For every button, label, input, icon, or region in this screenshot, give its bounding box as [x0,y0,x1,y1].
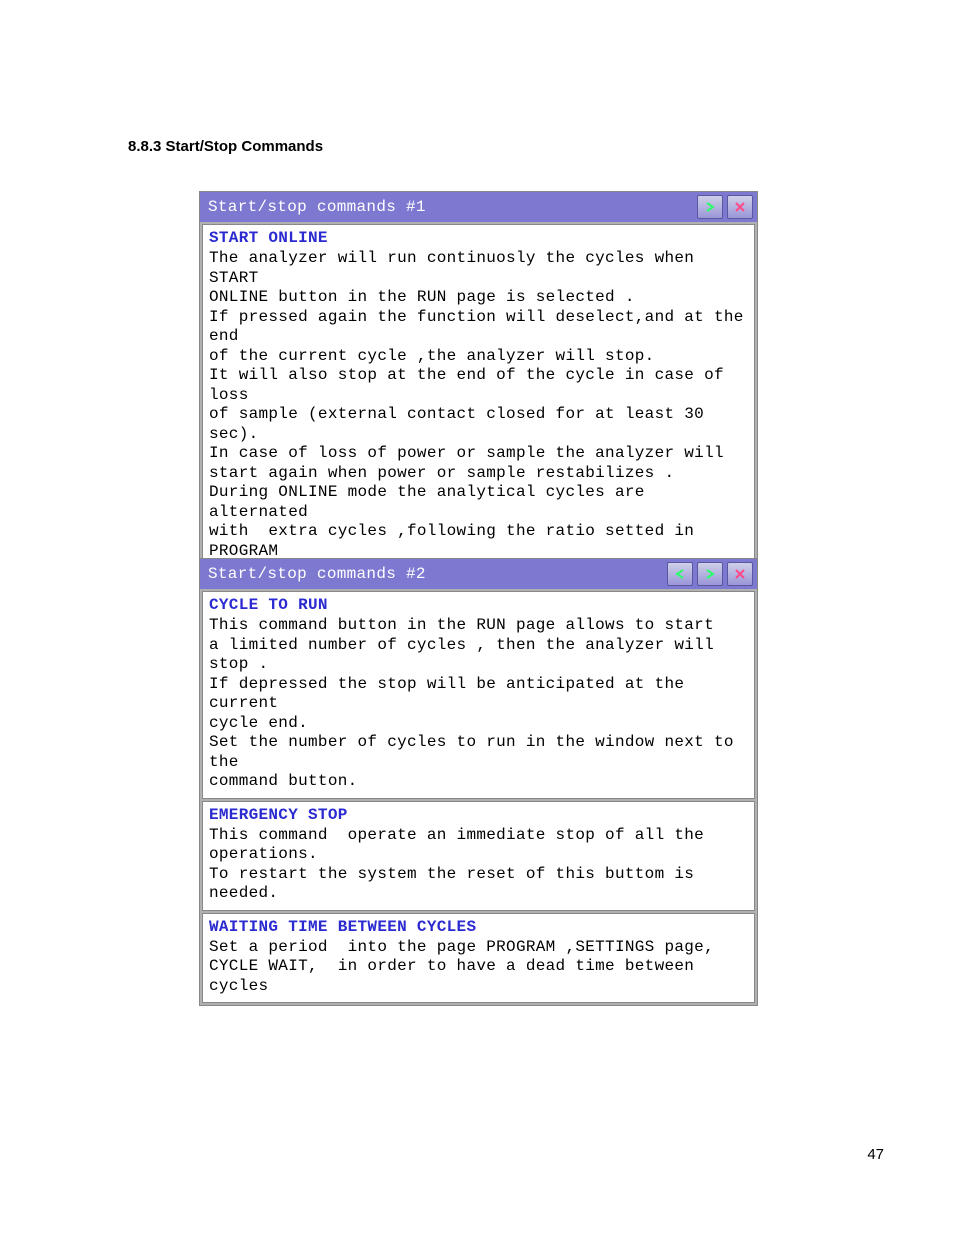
block-title: WAITING TIME BETWEEN CYCLES [209,918,748,936]
block-title: CYCLE TO RUN [209,596,748,614]
content-block-cycle-to-run: CYCLE TO RUN This command button in the … [202,591,755,799]
prev-button[interactable] [667,562,693,586]
panel-startstop-2: Start/stop commands #2 [199,558,758,1006]
content-block-start-online: START ONLINE The analyzer will run conti… [202,224,755,588]
titlebar-buttons-2 [667,562,753,586]
titlebar-buttons-1 [697,195,753,219]
chevron-right-icon [705,202,715,212]
close-icon [735,569,745,579]
next-button[interactable] [697,195,723,219]
next-button[interactable] [697,562,723,586]
block-title: START ONLINE [209,229,748,247]
close-button[interactable] [727,562,753,586]
section-heading: 8.8.3 Start/Stop Commands [128,138,323,155]
titlebar-1: Start/stop commands #1 [200,192,757,222]
block-body: This command operate an immediate stop o… [209,826,748,904]
page-number: 47 [867,1146,884,1163]
block-body: The analyzer will run continuosly the cy… [209,249,748,581]
content-block-waiting-time: WAITING TIME BETWEEN CYCLES Set a period… [202,913,755,1004]
titlebar-2: Start/stop commands #2 [200,559,757,589]
close-icon [735,202,745,212]
close-button[interactable] [727,195,753,219]
chevron-left-icon [675,569,685,579]
titlebar-title-1: Start/stop commands #1 [208,198,426,216]
block-body: This command button in the RUN page allo… [209,616,748,792]
block-body: Set a period into the page PROGRAM ,SETT… [209,938,748,997]
content-block-emergency-stop: EMERGENCY STOP This command operate an i… [202,801,755,911]
titlebar-title-2: Start/stop commands #2 [208,565,426,583]
page: 8.8.3 Start/Stop Commands Start/stop com… [0,0,954,1235]
chevron-right-icon [705,569,715,579]
block-title: EMERGENCY STOP [209,806,748,824]
